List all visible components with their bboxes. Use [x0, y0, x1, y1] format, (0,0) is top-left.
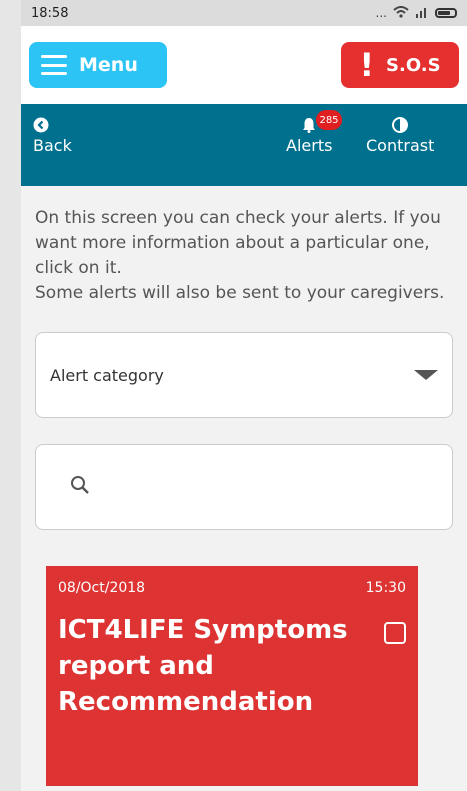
back-button[interactable]: Back — [33, 114, 72, 155]
alert-category-select[interactable]: Alert category — [35, 332, 453, 418]
wifi-icon — [393, 5, 409, 21]
alert-card-body: ICT4LIFE Symptoms report and Recommendat… — [58, 612, 406, 720]
alerts-label: Alerts — [286, 136, 333, 155]
status-time: 18:58 — [31, 5, 69, 21]
chevron-left-circle-icon — [33, 114, 72, 136]
description-text-2: Some alerts will also be sent to your ca… — [35, 283, 445, 303]
alert-checkbox[interactable] — [384, 622, 406, 644]
app-screen: 18:58 ... Menu ! S.O.S Back 285 Alerts C… — [21, 0, 467, 791]
alert-category-value: Alert category — [50, 365, 164, 385]
top-bar: Menu ! S.O.S — [21, 26, 467, 104]
alert-time: 15:30 — [365, 580, 406, 596]
alerts-count-badge: 285 — [316, 110, 342, 130]
menu-label: Menu — [79, 54, 138, 76]
search-input[interactable] — [35, 444, 453, 530]
menu-button[interactable]: Menu — [29, 42, 167, 88]
status-icons: ... — [375, 5, 457, 21]
alert-card-header: 08/Oct/2018 15:30 — [58, 580, 406, 596]
sos-button[interactable]: ! S.O.S — [341, 42, 459, 88]
contrast-label: Contrast — [366, 136, 435, 155]
alert-date: 08/Oct/2018 — [58, 580, 146, 596]
battery-icon — [435, 8, 457, 18]
alert-title: ICT4LIFE Symptoms report and Recommendat… — [58, 615, 348, 717]
bell-icon: 285 — [286, 110, 342, 136]
status-dots: ... — [375, 6, 387, 20]
contrast-icon — [366, 114, 434, 136]
hamburger-icon — [41, 55, 67, 75]
main-content: On this screen you can check your alerts… — [21, 186, 467, 530]
alert-card[interactable]: 08/Oct/2018 15:30 ICT4LIFE Symptoms repo… — [46, 566, 418, 786]
caret-down-icon — [414, 370, 438, 380]
search-icon — [70, 475, 90, 499]
exclamation-icon: ! — [359, 46, 375, 84]
status-bar: 18:58 ... — [21, 0, 467, 26]
description-text-1: On this screen you can check your alerts… — [35, 208, 441, 278]
nav-bar: Back 285 Alerts Contrast — [21, 104, 467, 186]
sos-label: S.O.S — [386, 54, 441, 76]
back-label: Back — [33, 136, 72, 155]
signal-icon — [415, 6, 429, 21]
contrast-button[interactable]: Contrast — [366, 114, 434, 155]
alerts-button[interactable]: 285 Alerts — [286, 110, 342, 155]
screen-description: On this screen you can check your alerts… — [35, 206, 453, 306]
